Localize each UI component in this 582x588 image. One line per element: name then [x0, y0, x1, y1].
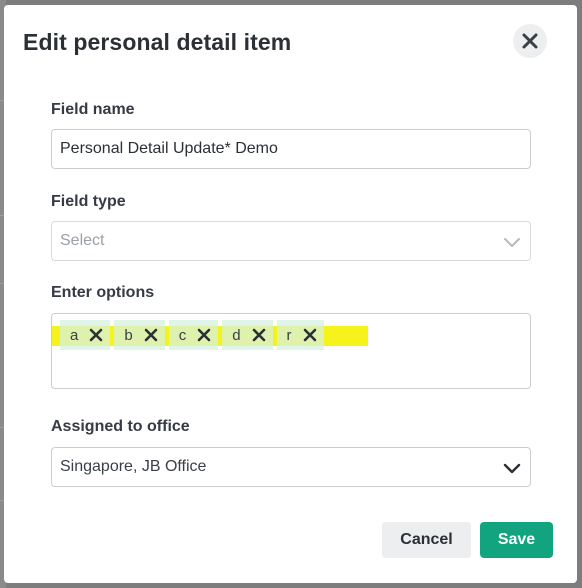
office-label: Assigned to office: [51, 418, 190, 435]
close-icon: [522, 33, 538, 49]
field-name-label: Field name: [51, 101, 135, 118]
dialog-title: Edit personal detail item: [23, 29, 292, 55]
field-type-label: Field type: [51, 193, 126, 210]
edit-item-dialog: Edit personal detail item Field name Fie…: [4, 5, 577, 583]
option-chip-list: a b c d r: [60, 320, 324, 350]
chevron-down-icon: [503, 463, 521, 474]
remove-option-icon[interactable]: [88, 327, 104, 343]
option-chip-label: r: [286, 326, 292, 344]
remove-option-icon[interactable]: [302, 327, 318, 343]
option-chip-label: c: [178, 326, 187, 344]
remove-option-icon[interactable]: [143, 327, 159, 343]
chevron-down-icon: [504, 238, 520, 247]
field-type-placeholder: Select: [60, 232, 105, 249]
remove-option-icon[interactable]: [251, 327, 267, 343]
option-chip: c: [168, 320, 219, 350]
option-chip-label: a: [70, 326, 79, 344]
office-value: Singapore, JB Office: [60, 458, 207, 475]
cancel-button[interactable]: Cancel: [382, 522, 471, 558]
save-button[interactable]: Save: [480, 522, 553, 558]
office-select[interactable]: Singapore, JB Office: [51, 447, 531, 487]
field-name-input[interactable]: [51, 129, 531, 169]
option-chip: a: [60, 320, 111, 350]
option-chip-label: b: [124, 326, 133, 344]
option-chip-label: d: [232, 326, 241, 344]
option-chip: d: [222, 320, 273, 350]
remove-option-icon[interactable]: [196, 327, 212, 343]
field-type-select[interactable]: Select: [51, 221, 531, 261]
option-chip: r: [276, 320, 324, 350]
close-button[interactable]: [513, 24, 547, 58]
options-label: Enter options: [51, 284, 155, 301]
option-chip: b: [114, 320, 165, 350]
options-input[interactable]: a b c d r: [51, 313, 531, 389]
